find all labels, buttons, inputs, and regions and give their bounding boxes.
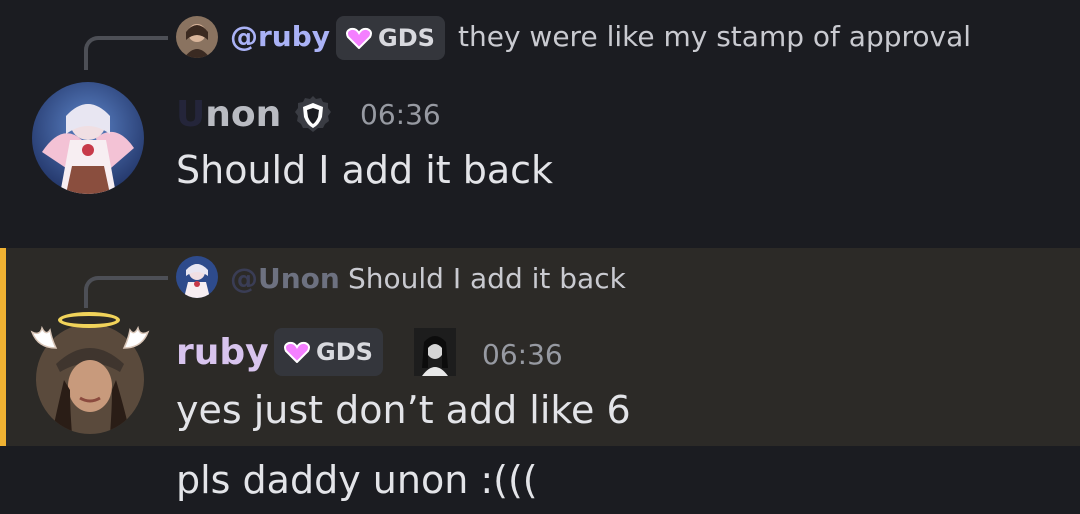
unon-avatar[interactable]	[32, 82, 144, 194]
wing-icon	[30, 325, 58, 349]
author-name[interactable]: Unon	[176, 94, 281, 135]
author-name[interactable]: ruby	[176, 332, 269, 373]
reply-connector	[84, 36, 168, 70]
timestamp: 06:36	[360, 98, 441, 131]
ruby-avatar[interactable]	[28, 310, 152, 438]
wing-icon	[122, 325, 150, 349]
message-continuation: pls daddy unon :(((	[0, 446, 1080, 514]
unon-mini-avatar[interactable]	[176, 256, 218, 298]
reply-preview-text[interactable]: they were like my stamp of approval	[458, 20, 971, 53]
gds-tag[interactable]: GDS	[274, 328, 383, 376]
message-content: pls daddy unon :(((	[176, 458, 538, 502]
message-unon: @ruby GDS they were like my stamp of app…	[0, 0, 1080, 248]
tag-label: GDS	[378, 24, 435, 52]
reply-mention[interactable]: @Unon	[230, 262, 340, 295]
reply-preview-text[interactable]: Should I add it back	[348, 262, 626, 295]
halo-icon	[58, 312, 120, 328]
message-content: yes just don’t add like 6	[176, 388, 631, 432]
message-content: Should I add it back	[176, 148, 554, 192]
ruby-mini-avatar[interactable]	[176, 16, 218, 58]
highlight-bar	[0, 248, 6, 446]
reply-connector	[84, 276, 168, 308]
decoration-image	[414, 328, 456, 376]
gds-tag[interactable]: GDS	[336, 16, 445, 60]
heart-icon	[284, 341, 310, 363]
reply-mention[interactable]: @ruby	[230, 20, 330, 53]
timestamp: 06:36	[482, 338, 563, 371]
tag-label: GDS	[316, 338, 373, 366]
heart-icon	[346, 27, 372, 49]
shield-icon	[292, 94, 334, 140]
message-ruby: @Unon Should I add it back ruby GDS 06:3…	[0, 248, 1080, 446]
